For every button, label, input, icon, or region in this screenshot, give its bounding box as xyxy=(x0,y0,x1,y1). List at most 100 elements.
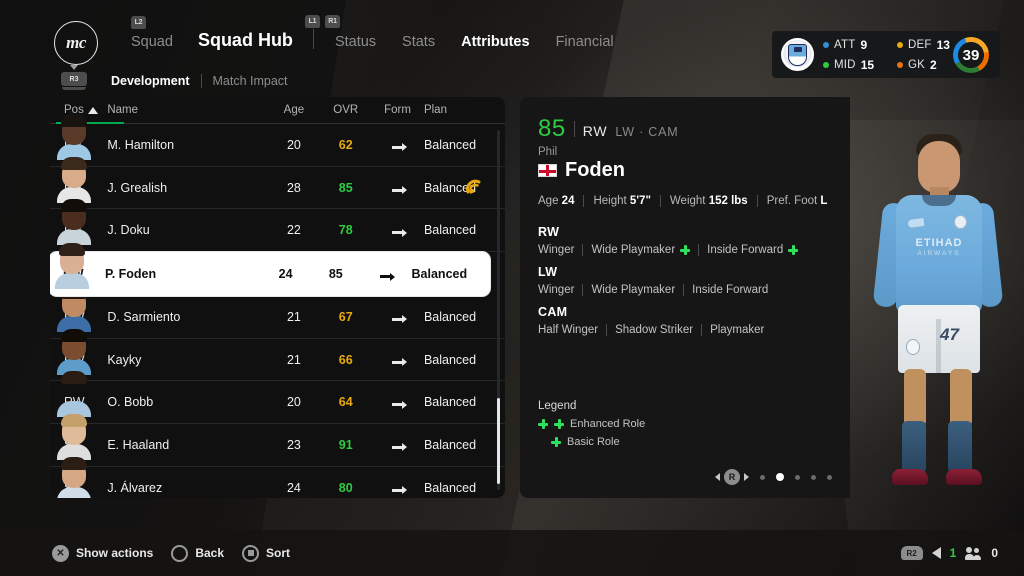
cell-age: 20 xyxy=(286,137,301,152)
club-logo: mc xyxy=(54,21,98,65)
chevron-right-icon[interactable] xyxy=(744,473,749,481)
bio-label: Height xyxy=(593,195,627,207)
role-item[interactable]: Wide Playmaker xyxy=(591,244,691,256)
subtab-development[interactable]: Development xyxy=(100,74,201,88)
sort-label: Sort xyxy=(266,546,291,560)
cell-name: P. Foden xyxy=(54,243,260,290)
column-header-plan[interactable]: Plan xyxy=(424,104,505,116)
cell-ovr: 62 xyxy=(338,137,353,152)
back-button[interactable]: Back xyxy=(171,544,224,562)
nav-item-squad-hub[interactable]: Squad Hub xyxy=(186,30,305,51)
table-row[interactable]: RWD. Sarmiento2167Balanced xyxy=(50,285,505,339)
column-header-form[interactable]: Form xyxy=(371,104,424,116)
player-ovr: 85 xyxy=(538,115,566,142)
pager-dot[interactable] xyxy=(760,474,765,480)
cell-form xyxy=(371,138,424,152)
pager-dot[interactable] xyxy=(795,474,800,480)
form-steady-icon xyxy=(392,443,408,452)
show-actions-button[interactable]: ✕ Show actions xyxy=(52,544,153,562)
stat-label: MID xyxy=(834,58,856,71)
role-item[interactable]: Shadow Striker xyxy=(615,324,693,336)
pager-dot-active[interactable] xyxy=(776,473,784,481)
player-status-icon xyxy=(465,179,483,197)
cell-name: O. Bobb xyxy=(57,371,267,418)
bottom-action-bar: ✕ Show actions Back Sort R2 1 0 xyxy=(0,530,1024,576)
table-row[interactable]: LWJ. Doku2278Balanced xyxy=(50,199,505,253)
bio-pref-foot: Pref. Foot L xyxy=(767,195,828,207)
rating-divider xyxy=(573,121,575,137)
role-divider xyxy=(683,284,685,296)
kit-sponsor: ETIHAD AIRWAYS xyxy=(900,237,978,257)
role-divider xyxy=(698,244,700,256)
nav-item-squad[interactable]: Squad xyxy=(118,34,186,50)
stat-label: GK xyxy=(908,58,926,71)
bio-label: Age xyxy=(538,195,559,207)
role-item[interactable]: Inside Forward xyxy=(707,244,799,256)
cell-ovr: 67 xyxy=(338,309,353,324)
scrollbar-thumb[interactable] xyxy=(497,398,500,484)
role-item[interactable]: Winger xyxy=(538,244,574,256)
plus-icon xyxy=(788,245,799,255)
kit-sponsor-sub: AIRWAYS xyxy=(917,250,961,257)
role-item[interactable]: Half Winger xyxy=(538,324,598,336)
column-header-ovr[interactable]: OVR xyxy=(320,104,371,116)
pager-cycle-button[interactable]: R xyxy=(715,469,749,485)
role-item[interactable]: Winger xyxy=(538,284,574,296)
legend-basic-role: Basic Role xyxy=(538,436,645,448)
role-item[interactable]: Playmaker xyxy=(710,324,764,336)
table-row[interactable]: RWKayky2166Balanced xyxy=(50,328,505,382)
player-name: O. Bobb xyxy=(107,395,154,410)
stat-value: 13 xyxy=(936,37,950,52)
player-name: P. Foden xyxy=(104,267,157,282)
table-row[interactable]: LWM. Hamilton2062Balanced xyxy=(50,113,505,167)
players-online-icon xyxy=(965,546,982,560)
squad-list-scrollbar[interactable] xyxy=(497,130,500,490)
role-name: Shadow Striker xyxy=(615,324,694,336)
bio-divider xyxy=(756,195,758,207)
column-header-name[interactable]: Name xyxy=(107,104,267,116)
cell-ovr: 85 xyxy=(338,180,353,195)
tab-status[interactable]: Status xyxy=(322,34,389,50)
cell-plan: Balanced xyxy=(423,480,477,495)
gamepad-hint-l1: L1 xyxy=(305,15,320,28)
sort-button[interactable]: Sort xyxy=(242,544,291,562)
primary-nav: Squad Squad Hub Status Stats Attributes … xyxy=(118,28,627,51)
table-row[interactable]: STJ. Álvarez2480Balanced xyxy=(50,456,505,498)
kit-sponsor-name: ETIHAD xyxy=(915,237,963,249)
cell-ovr: 80 xyxy=(338,480,353,495)
role-item[interactable]: Inside Forward xyxy=(692,284,768,296)
detail-pager[interactable]: R xyxy=(715,469,832,485)
bio-value: L xyxy=(820,195,828,207)
role-item[interactable]: Wide Playmaker xyxy=(591,284,675,296)
bio-weight: Weight 152 lbs xyxy=(670,195,748,207)
table-row[interactable]: RWO. Bobb2064Balanced xyxy=(50,371,505,425)
form-steady-icon xyxy=(380,272,396,281)
tab-financial[interactable]: Financial xyxy=(543,34,627,50)
table-row[interactable]: LWJ. Grealish2885Balanced xyxy=(50,156,505,210)
form-steady-icon xyxy=(392,486,408,495)
player-name: J. Grealish xyxy=(107,180,168,195)
chevron-left-icon[interactable] xyxy=(715,473,720,481)
square-button-icon xyxy=(242,544,260,562)
stat-label: ATT xyxy=(834,38,856,51)
cell-ovr: 64 xyxy=(338,395,353,410)
kit-crest-icon xyxy=(954,215,967,229)
tab-stats[interactable]: Stats xyxy=(389,34,448,50)
player-name: J. Álvarez xyxy=(107,480,163,495)
role-name: Winger xyxy=(538,244,575,256)
role-list: Half Winger Shadow Striker Playmaker xyxy=(538,324,850,336)
cell-ovr: 78 xyxy=(338,223,353,238)
cell-ovr: 85 xyxy=(328,267,343,282)
cell-name: E. Haaland xyxy=(57,413,267,460)
column-header-age[interactable]: Age xyxy=(268,104,321,116)
pager-dot[interactable] xyxy=(827,474,832,480)
table-row[interactable]: STE. Haaland2391Balanced xyxy=(50,413,505,467)
cell-form xyxy=(360,267,411,281)
subtab-match-impact[interactable]: Match Impact xyxy=(202,74,299,88)
table-row-selected[interactable]: RWP. Foden2485Balanced xyxy=(50,243,490,297)
tab-attributes[interactable]: Attributes xyxy=(448,34,542,50)
sub-navigation: Development Match Impact xyxy=(100,74,299,88)
volume-icon[interactable] xyxy=(931,547,941,559)
bio-divider xyxy=(583,195,585,207)
pager-dot[interactable] xyxy=(811,474,816,480)
